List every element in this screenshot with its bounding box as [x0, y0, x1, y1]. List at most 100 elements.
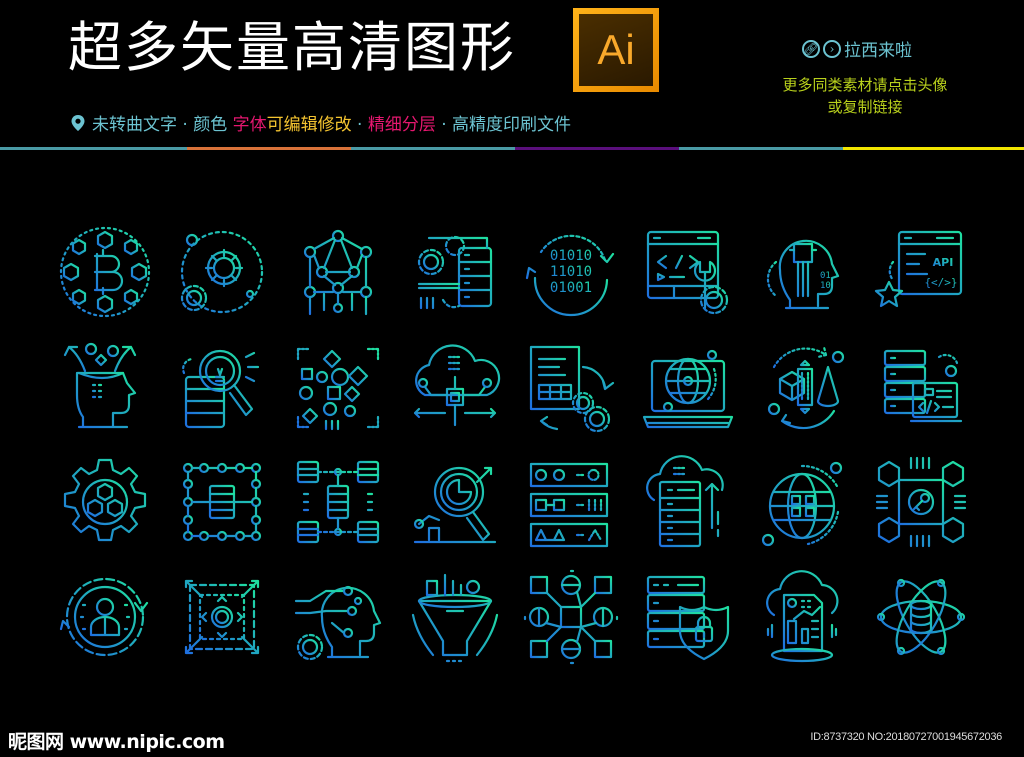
- scattered-shapes-data-icon: [296, 347, 380, 431]
- bitcoin-blockchain-icon: [59, 226, 151, 318]
- svg-text:01010: 01010: [550, 248, 592, 264]
- ai-badge-text: Ai: [579, 14, 653, 86]
- globe-network-icon: [761, 461, 843, 547]
- laptop-globe-icon: [642, 349, 733, 429]
- ai-head-chip-icon: 0110: [766, 239, 840, 310]
- icon-cell: [55, 452, 172, 567]
- watermark-logo: 昵图网 www.nipic.com: [8, 731, 225, 753]
- icon-cell: API {</>}: [871, 222, 988, 337]
- author-link[interactable]: 🔗︎ › 拉西来啦: [802, 36, 912, 61]
- divider-segment: [515, 147, 679, 150]
- feature-subtitle: 未转曲文字 · 颜色 字体可编辑修改 · 精细分层 · 高精度印刷文件: [70, 110, 571, 135]
- gear-settings-cycle-icon: [180, 230, 263, 314]
- icon-cell: [172, 222, 289, 337]
- color-divider: [0, 147, 1024, 150]
- icon-cell: [638, 567, 755, 682]
- divider-segment: [351, 147, 515, 150]
- user-cycle-icon: [59, 577, 149, 657]
- blockchain-key-icon: [875, 456, 966, 548]
- image-id: ID:8737320 NO:20180727001945672036: [810, 731, 1002, 743]
- data-structures-panel-icon: [529, 458, 609, 552]
- cloud-server-upload-icon: [645, 455, 724, 548]
- code-window-wrench-icon: [646, 230, 728, 315]
- gear-cubes-icon: [63, 458, 147, 542]
- icon-cell: [172, 567, 289, 682]
- svg-text:10: 10: [820, 281, 831, 291]
- icon-cell: [172, 337, 289, 452]
- icon-cell: [754, 452, 871, 567]
- icon-cell: [638, 222, 755, 337]
- binary-data-cycle-icon: 010101101001001: [525, 234, 615, 317]
- svg-text:11010: 11010: [550, 264, 592, 280]
- svg-text:API: API: [932, 256, 953, 269]
- divider-segment: [843, 147, 1024, 150]
- divider-segment: [679, 147, 843, 150]
- icon-cell: [55, 567, 172, 682]
- location-pin-icon: [71, 114, 85, 131]
- icon-cell: 01010 11010 01001: [521, 222, 638, 337]
- icon-cell: [638, 337, 755, 452]
- icon-cell: [405, 452, 522, 567]
- subtitle-segment: ·: [351, 115, 368, 135]
- icon-cell: [871, 567, 988, 682]
- icon-cell: [521, 567, 638, 682]
- node-structure-icon: [523, 569, 619, 665]
- server-gears-laptop-icon: [417, 235, 492, 310]
- icon-cell: [754, 567, 871, 682]
- promo-note: 更多同类素材请点击头像 或复制链接: [760, 74, 970, 118]
- server-code-monitor-icon: [883, 349, 962, 423]
- server-database-connection-icon: [296, 460, 380, 544]
- api-window-star-icon: API {</>}: [874, 230, 962, 308]
- magnifier-chart-analytics-icon: [413, 466, 496, 544]
- subtitle-segment: 精细分层: [367, 115, 436, 135]
- icon-cell: [754, 337, 871, 452]
- icon-cell: [172, 452, 289, 567]
- page-title: 超多矢量高清图形: [68, 16, 516, 79]
- icon-cell: [405, 222, 522, 337]
- svg-text:01001: 01001: [550, 280, 592, 296]
- icon-cell: [521, 452, 638, 567]
- 3d-shapes-cycle-icon: [767, 345, 845, 430]
- server-search-idea-icon: [181, 349, 259, 429]
- subtitle-segments: 未转曲文字 · 颜色 字体可编辑修改 · 精细分层 · 高精度印刷文件: [92, 110, 571, 135]
- cloud-report-hologram-icon: [766, 570, 839, 663]
- subtitle-segment: 可编辑修改: [266, 115, 352, 135]
- server-shield-lock-icon: [646, 575, 729, 661]
- arrow-right-circle-icon: ›: [823, 39, 841, 58]
- icon-cell: [288, 452, 405, 567]
- icon-cell: [521, 337, 638, 452]
- icon-cell: [55, 337, 172, 452]
- server-node-grid-icon: [182, 462, 261, 542]
- icon-cell: [288, 222, 405, 337]
- svg-text:{</>}: {</>}: [924, 276, 957, 289]
- icon-cell: [405, 567, 522, 682]
- head-ideas-icon: [63, 342, 137, 429]
- document-table-gears-icon: [529, 345, 615, 433]
- author-name: 拉西来啦: [844, 41, 912, 61]
- data-funnel-chart-icon: [411, 573, 498, 663]
- icon-cell: [871, 452, 988, 567]
- divider-segment: [0, 147, 187, 150]
- ai-head-circuit-gear-icon: [294, 585, 382, 661]
- expand-center-icon: [184, 579, 259, 655]
- link-icon: 🔗︎: [802, 39, 820, 58]
- cloud-chip-network-icon: [413, 344, 500, 427]
- divider-segment: [187, 147, 351, 150]
- subtitle-segment: · 高精度印刷文件: [435, 115, 572, 135]
- icon-cell: [55, 222, 172, 337]
- icon-grid: 01010 11010 01001 01 10 API {</>}: [55, 222, 985, 682]
- promo-note-line1: 更多同类素材请点击头像: [782, 76, 948, 94]
- icon-cell: [405, 337, 522, 452]
- icon-cell: 01 10: [754, 222, 871, 337]
- subtitle-segment: 未转曲文字 · 颜色: [92, 115, 233, 135]
- subtitle-segment: 字体: [232, 115, 267, 135]
- icon-cell: [288, 337, 405, 452]
- icon-cell: [638, 452, 755, 567]
- atom-database-icon: [876, 578, 965, 656]
- promo-note-line2: 或复制链接: [827, 98, 903, 116]
- illustrator-logo: Ai: [573, 8, 659, 92]
- neural-network-icon: [303, 229, 373, 316]
- svg-text:01: 01: [820, 271, 831, 281]
- icon-cell: [871, 337, 988, 452]
- icon-cell: [288, 567, 405, 682]
